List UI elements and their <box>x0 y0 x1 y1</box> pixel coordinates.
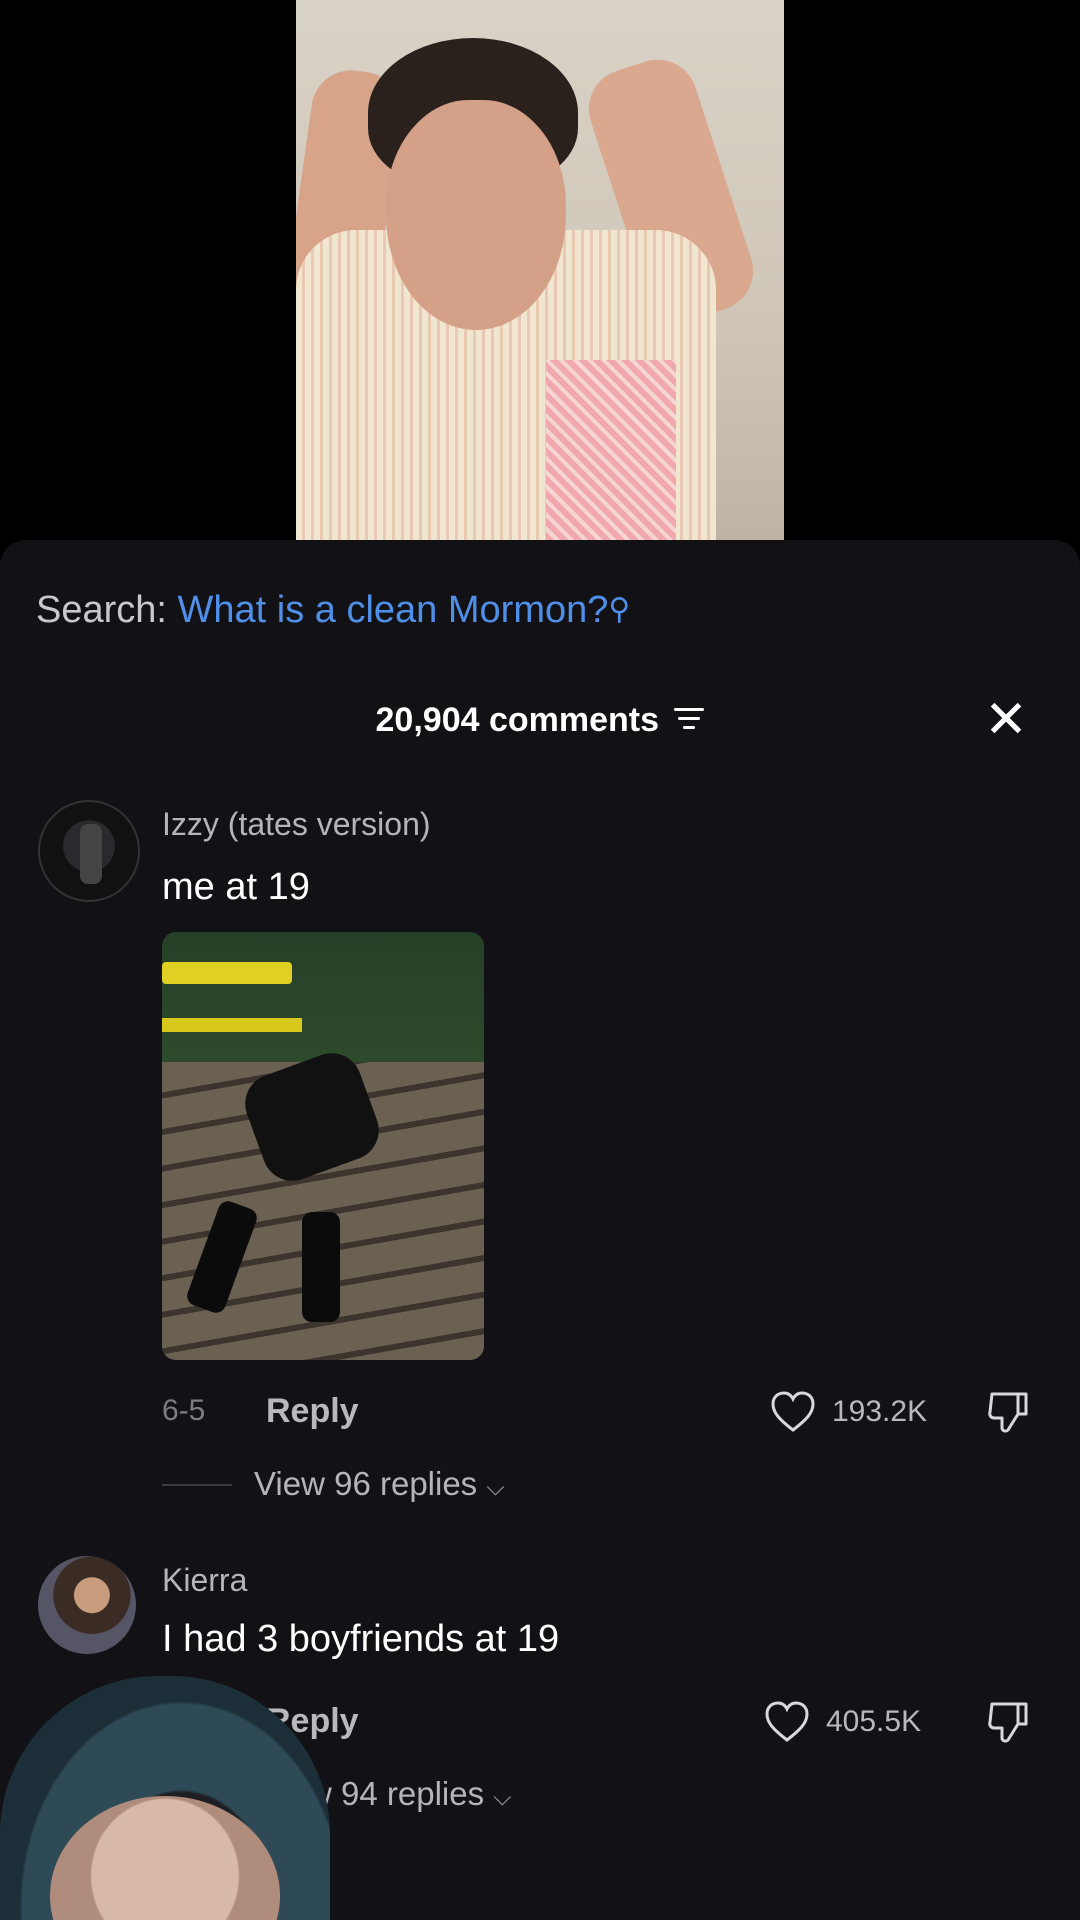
replies-divider <box>162 1484 232 1486</box>
search-query-link[interactable]: What is a clean Mormon? <box>178 589 609 631</box>
video-figure-face <box>386 100 566 330</box>
search-suggestion[interactable]: Search: What is a clean Mormon?⚲ <box>36 580 630 640</box>
comment-text: me at 19 <box>162 866 310 908</box>
search-label: Search: <box>36 589 167 631</box>
chevron-down-icon: ⌵ <box>486 1474 505 1501</box>
video-figure-shirt-patch <box>546 360 676 540</box>
image-bench <box>162 962 292 984</box>
reply-button[interactable]: Reply <box>266 1389 359 1433</box>
comment-attached-image[interactable] <box>162 932 484 1360</box>
dislike-icon[interactable] <box>984 1386 1034 1436</box>
comment-username[interactable]: Kierra <box>162 1558 247 1602</box>
filter-icon[interactable] <box>674 708 705 732</box>
like-count: 193.2K <box>832 1395 928 1428</box>
image-boot <box>302 1212 340 1322</box>
comment-text: I had 3 boyfriends at 19 <box>162 1618 560 1660</box>
like-count: 405.5K <box>826 1705 922 1738</box>
view-replies-button[interactable]: View 96 replies ⌵ <box>254 1462 505 1510</box>
search-icon[interactable]: ⚲ <box>608 593 630 626</box>
video-player[interactable] <box>296 0 784 540</box>
avatar[interactable] <box>38 1556 136 1654</box>
comments-count-label: 20,904 comments <box>375 701 660 739</box>
reaction-overlay <box>0 1676 330 1920</box>
view-replies-button[interactable]: w 94 replies ⌵ <box>308 1772 511 1820</box>
dislike-icon[interactable] <box>984 1696 1034 1746</box>
image-bench <box>162 1018 302 1032</box>
close-icon[interactable]: ✕ <box>978 692 1034 748</box>
avatar[interactable] <box>38 800 140 902</box>
chevron-down-icon: ⌵ <box>493 1784 512 1811</box>
view-replies-label: View 96 replies <box>254 1465 478 1502</box>
comments-count: 20,904 comments <box>0 690 1080 750</box>
heart-icon[interactable] <box>764 1700 810 1744</box>
heart-icon[interactable] <box>770 1390 816 1434</box>
comment-username[interactable]: Izzy (tates version) <box>162 802 431 846</box>
comment-date: 6-5 <box>162 1394 206 1427</box>
view-replies-label: w 94 replies <box>308 1775 485 1812</box>
